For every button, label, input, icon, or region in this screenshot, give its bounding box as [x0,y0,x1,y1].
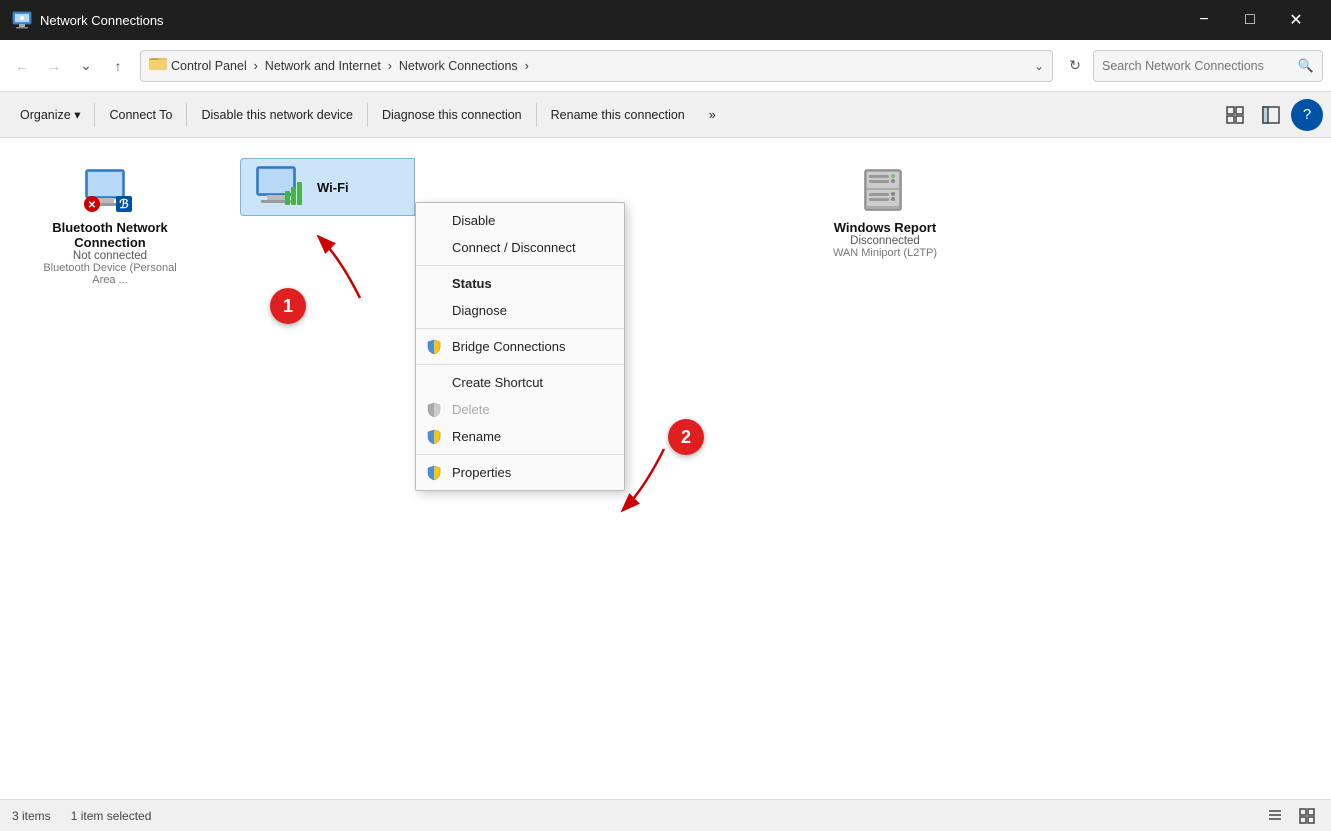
ctx-properties[interactable]: Properties [416,459,624,486]
ctx-diagnose[interactable]: Diagnose [416,297,624,324]
windows-report-name: Windows Report [833,220,937,235]
up-button[interactable]: ↑ [104,52,132,80]
toolbar-separator-1 [94,103,95,127]
annotation-1: 1 [270,288,306,324]
context-menu: Disable Connect / Disconnect Status Diag… [415,202,625,491]
minimize-button[interactable]: − [1181,0,1227,40]
svg-text:ℬ: ℬ [119,197,129,211]
selected-count: 1 item selected [71,809,152,823]
search-icon: 🔍 [1298,58,1314,74]
ctx-connect[interactable]: Connect / Disconnect [416,234,624,261]
wifi-info: Wi-Fi [317,180,349,195]
rename-button[interactable]: Rename this connection [539,97,697,133]
status-bar-right [1263,804,1319,828]
wifi-icon-container [253,165,309,209]
help-icon: ? [1303,106,1311,123]
diagnose-button[interactable]: Diagnose this connection [370,97,534,133]
windows-report-icon [853,166,917,214]
bluetooth-info: Bluetooth Network Connection Not connect… [32,220,188,286]
connect-to-button[interactable]: Connect To [97,97,184,133]
close-button[interactable]: ✕ [1273,0,1319,40]
toolbar-right: ? [1219,99,1323,131]
search-input[interactable] [1102,59,1292,73]
title-bar: Network Connections − □ ✕ [0,0,1331,40]
connection-item-wifi[interactable]: Wi-Fi [240,158,415,216]
svg-text:✕: ✕ [88,200,96,211]
back-button[interactable]: ← [8,52,36,80]
toolbar-separator-2 [186,103,187,127]
toolbar-separator-4 [536,103,537,127]
windows-report-type: WAN Miniport (L2TP) [833,247,937,259]
bluetooth-type: Bluetooth Device (Personal Area ... [32,262,188,286]
bluetooth-icon: ✕ ℬ [78,166,142,214]
help-button[interactable]: ? [1291,99,1323,131]
address-box[interactable]: Control Panel › Network and Internet › N… [140,50,1053,82]
refresh-button[interactable]: ↻ [1061,52,1089,80]
organize-button[interactable]: Organize ▾ [8,97,92,133]
items-count: 3 items [12,809,51,823]
folder-icon [149,55,167,76]
bluetooth-name: Bluetooth Network Connection [32,220,188,250]
address-path: Control Panel › Network and Internet › N… [171,59,1030,73]
forward-button[interactable]: → [40,52,68,80]
toolbar: Organize ▾ Connect To Disable this netwo… [0,92,1331,138]
more-button[interactable]: » [697,97,728,133]
ctx-delete: Delete [416,396,624,423]
address-dropdown[interactable]: ⌄ [1034,59,1044,73]
ctx-disable[interactable]: Disable [416,207,624,234]
status-bar: 3 items 1 item selected [0,799,1331,831]
bluetooth-status: Not connected [32,250,188,262]
ctx-sep-3 [416,364,624,365]
ctx-shortcut[interactable]: Create Shortcut [416,369,624,396]
maximize-button[interactable]: □ [1227,0,1273,40]
app-icon [12,10,32,30]
wifi-name: Wi-Fi [317,180,349,195]
connection-item-bluetooth[interactable]: ✕ ℬ Bluetooth Network Connection Not con… [20,158,200,779]
view-button[interactable] [1219,99,1251,131]
address-bar: ← → ⌄ ↑ Control Panel › Network and Inte… [0,40,1331,92]
content-area: ✕ ℬ Bluetooth Network Connection Not con… [0,138,1331,799]
arrow-1 [300,218,400,308]
windows-report-info: Windows Report Disconnected WAN Miniport… [833,220,937,259]
connection-item-windows-report[interactable]: Windows Report Disconnected WAN Miniport… [795,158,975,779]
toolbar-separator-3 [367,103,368,127]
grid-view-button[interactable] [1295,804,1319,828]
window-controls: − □ ✕ [1181,0,1319,40]
disable-button[interactable]: Disable this network device [189,97,364,133]
wifi-section: 1 [240,158,415,779]
ctx-sep-2 [416,328,624,329]
annotation-2: 2 [668,419,704,455]
search-box: 🔍 [1093,50,1323,82]
ctx-sep-4 [416,454,624,455]
ctx-status[interactable]: Status [416,270,624,297]
recent-button[interactable]: ⌄ [72,52,100,80]
ctx-rename[interactable]: Rename 2 [416,423,624,450]
list-view-button[interactable] [1263,804,1287,828]
window-title: Network Connections [40,13,1181,28]
pane-button[interactable] [1255,99,1287,131]
ctx-sep-1 [416,265,624,266]
ctx-bridge[interactable]: Bridge Connections [416,333,624,360]
windows-report-status: Disconnected [833,235,937,247]
